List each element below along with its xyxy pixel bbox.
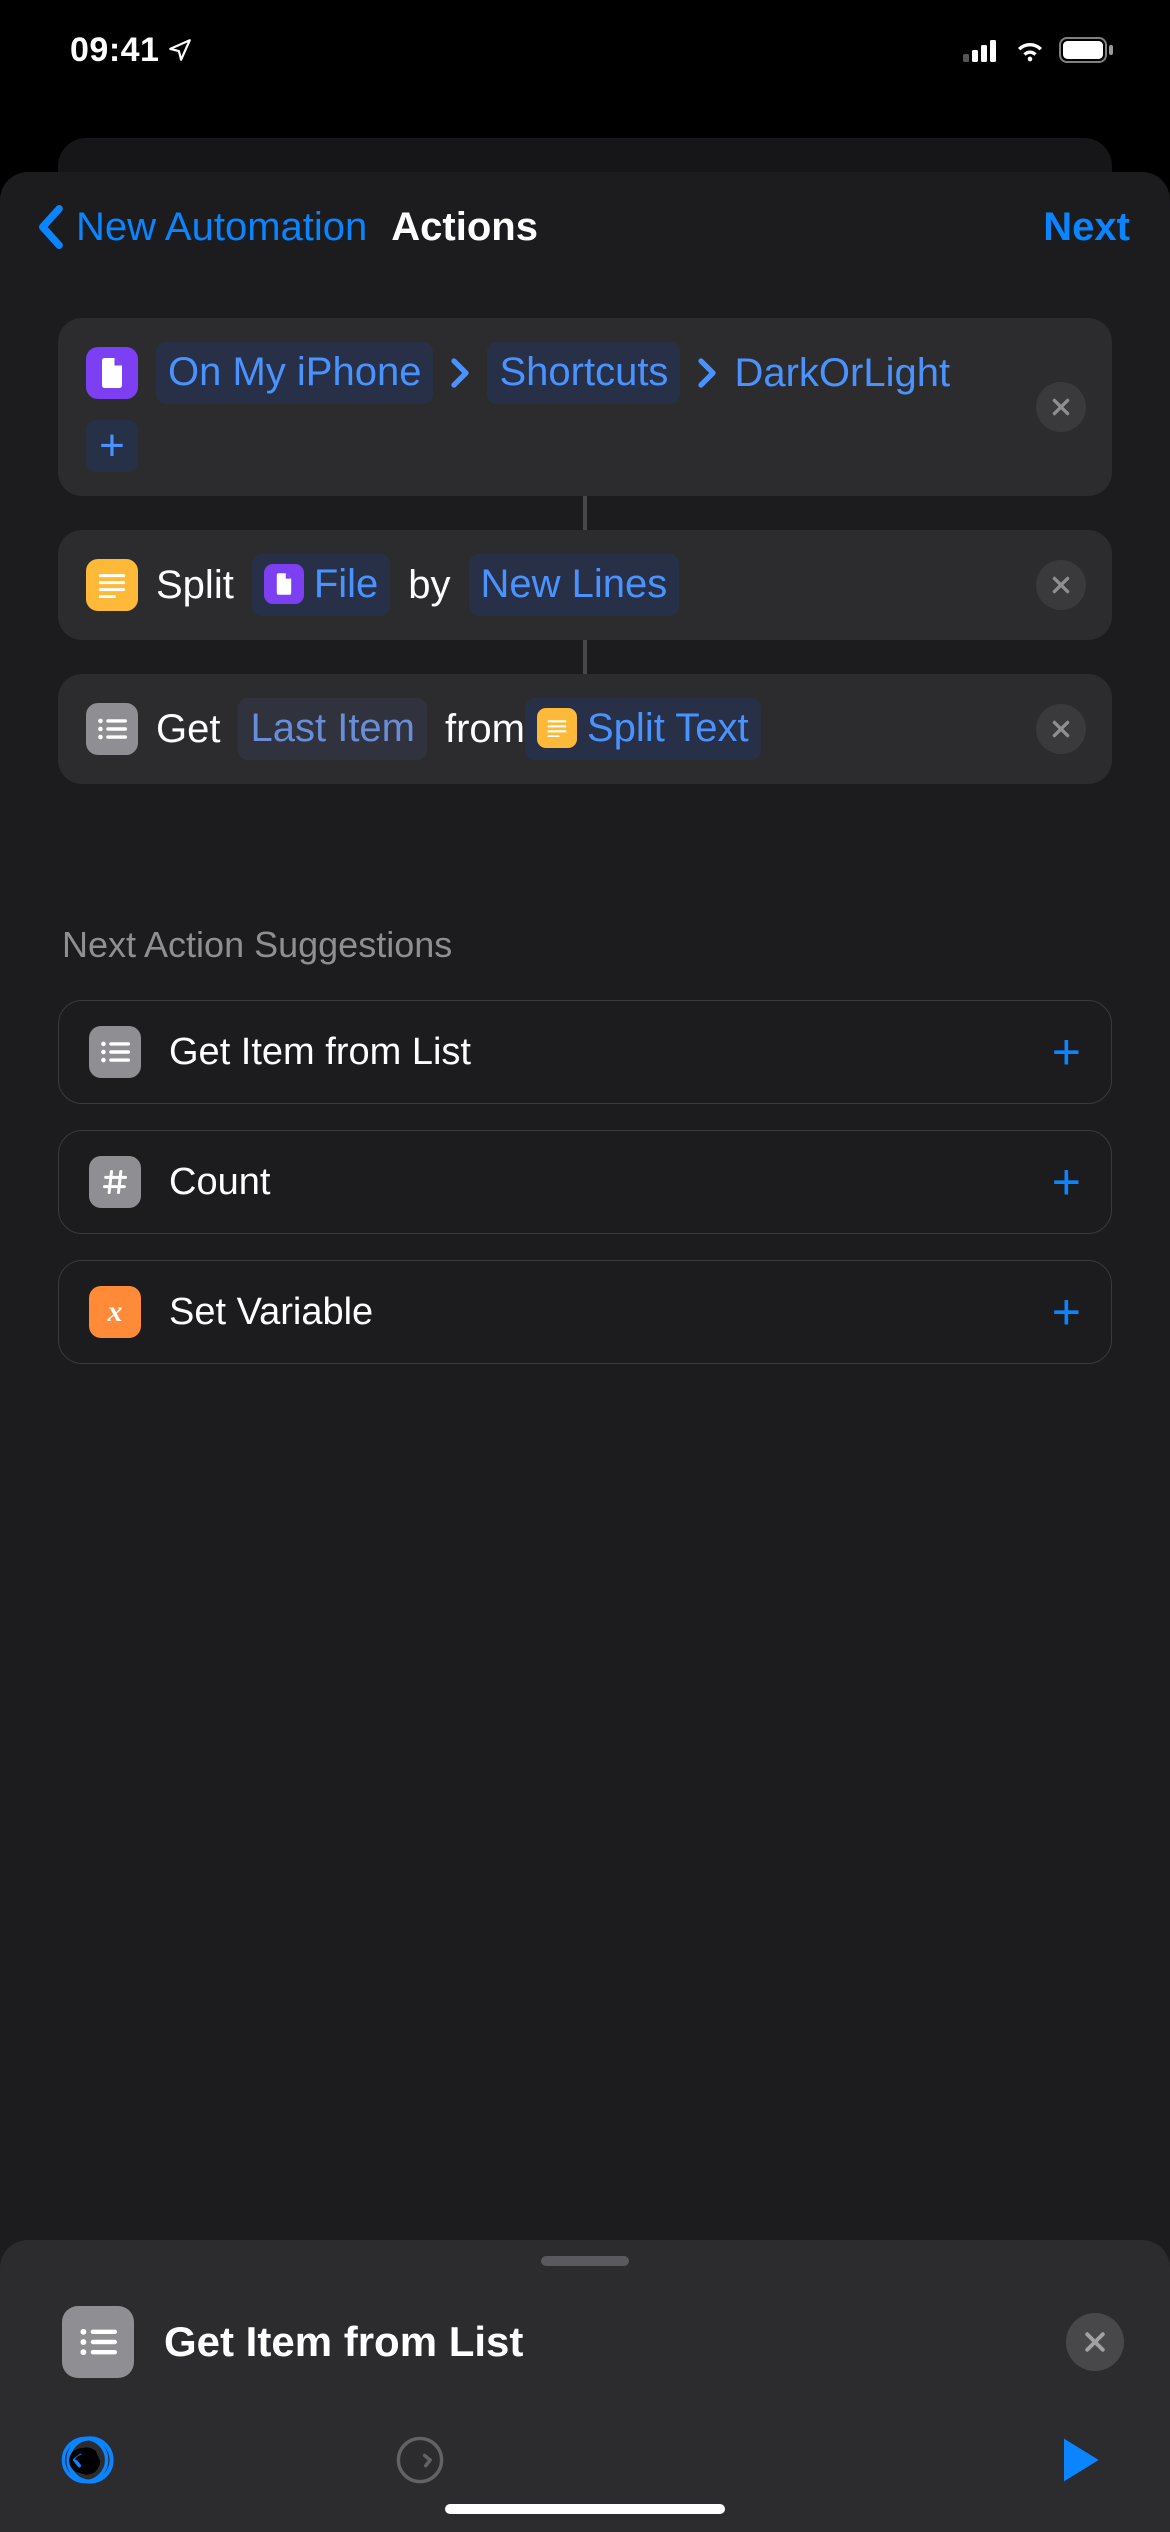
content-area: On My iPhone Shortcuts DarkOrLight + Spl… xyxy=(0,282,1170,2532)
split-input-token[interactable]: File xyxy=(252,554,390,616)
action-card-file[interactable]: On My iPhone Shortcuts DarkOrLight + xyxy=(58,318,1112,496)
search-panel: Get Item from List xyxy=(0,2240,1170,2532)
run-button[interactable] xyxy=(1050,2430,1110,2490)
suggestions-title: Next Action Suggestions xyxy=(62,924,1112,966)
editor-toolbar xyxy=(0,2404,1170,2490)
editor-sheet: New Automation Actions Next On My iPhone… xyxy=(0,172,1170,2532)
file-icon xyxy=(264,564,304,604)
action-card-split[interactable]: Split File by New Lines xyxy=(58,530,1112,640)
text-lines-icon xyxy=(86,559,138,611)
home-indicator[interactable] xyxy=(445,2504,725,2514)
redo-button[interactable] xyxy=(390,2430,450,2490)
connector-line xyxy=(583,496,587,530)
suggestion-get-item[interactable]: Get Item from List + xyxy=(58,1000,1112,1104)
action-verb: Get xyxy=(156,701,220,757)
suggestion-label: Set Variable xyxy=(169,1291,1024,1334)
status-bar: 09:41 xyxy=(0,0,1170,100)
get-selector-token[interactable]: Last Item xyxy=(238,698,427,760)
next-button[interactable]: Next xyxy=(1043,205,1130,250)
clear-search-button[interactable] xyxy=(1066,2313,1124,2371)
cellular-icon xyxy=(963,38,1001,62)
remove-action-button[interactable] xyxy=(1036,382,1086,432)
text-lines-icon xyxy=(537,708,577,748)
suggestion-set-variable[interactable]: x Set Variable + xyxy=(58,1260,1112,1364)
clock-text: 09:41 xyxy=(70,31,159,70)
wifi-icon xyxy=(1013,38,1047,62)
page-title: Actions xyxy=(391,205,538,250)
search-input[interactable]: Get Item from List xyxy=(164,2318,1036,2366)
suggestion-label: Count xyxy=(169,1161,1024,1204)
add-suggestion-button[interactable]: + xyxy=(1052,1027,1081,1077)
add-suggestion-button[interactable]: + xyxy=(1052,1157,1081,1207)
split-separator-token[interactable]: New Lines xyxy=(469,554,680,616)
battery-icon xyxy=(1059,37,1115,63)
list-icon xyxy=(89,1026,141,1078)
connector-line xyxy=(583,640,587,674)
suggestion-count[interactable]: Count + xyxy=(58,1130,1112,1234)
chevron-right-icon xyxy=(451,358,469,388)
list-icon xyxy=(86,703,138,755)
action-joiner: by xyxy=(408,557,450,613)
list-icon xyxy=(62,2306,134,2378)
undo-button[interactable] xyxy=(60,2430,120,2490)
file-icon xyxy=(86,347,138,399)
action-card-get-item[interactable]: Get Last Item from Split Text xyxy=(58,674,1112,784)
get-source-token[interactable]: Split Text xyxy=(525,698,761,760)
chevron-right-icon xyxy=(698,358,716,388)
path-tail[interactable]: DarkOrLight xyxy=(734,345,950,401)
add-suggestion-button[interactable]: + xyxy=(1052,1287,1081,1337)
status-time: 09:41 xyxy=(70,31,193,70)
action-joiner: from xyxy=(445,701,525,757)
action-verb: Split xyxy=(156,557,234,613)
add-path-button[interactable]: + xyxy=(86,420,138,472)
hash-icon xyxy=(89,1156,141,1208)
path-segment[interactable]: On My iPhone xyxy=(156,342,433,404)
status-indicators xyxy=(963,37,1115,63)
var-icon: x xyxy=(89,1286,141,1338)
path-segment[interactable]: Shortcuts xyxy=(487,342,680,404)
suggestion-label: Get Item from List xyxy=(169,1031,1024,1074)
navigation-bar: New Automation Actions Next xyxy=(0,172,1170,282)
remove-action-button[interactable] xyxy=(1036,704,1086,754)
remove-action-button[interactable] xyxy=(1036,560,1086,610)
back-chevron-icon[interactable] xyxy=(36,205,64,249)
location-arrow-icon xyxy=(167,37,193,63)
back-button[interactable]: New Automation xyxy=(76,205,367,250)
grabber-handle[interactable] xyxy=(541,2256,629,2266)
